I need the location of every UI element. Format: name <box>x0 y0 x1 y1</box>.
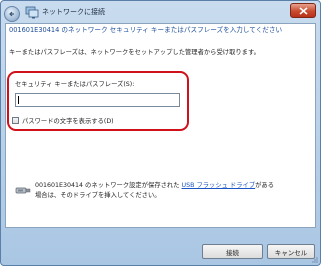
page-heading: 001601E30414 のネットワーク セキュリティ キーまたはパスフレーズを… <box>9 26 283 34</box>
checkbox-box[interactable] <box>12 117 19 124</box>
back-button[interactable] <box>4 6 20 22</box>
description-text: キーまたはパスフレーズは、ネットワークをセットアップした管理者から受け取ります。 <box>9 49 260 56</box>
security-key-label: セキュリティ キーまたはパスフレーズ(S): <box>15 81 135 88</box>
usb-flash-drive-link[interactable]: USB フラッシュ ドライブ <box>182 182 256 189</box>
text-caret <box>18 96 19 104</box>
cancel-button[interactable]: キャンセル <box>267 244 315 259</box>
close-button[interactable] <box>290 3 316 18</box>
close-icon <box>299 7 308 15</box>
connect-to-network-dialog: ネットワークに接続 001601E30414 のネットワーク セキュリティ キー… <box>0 0 321 266</box>
show-characters-label: パスワードの文字を表示する(D) <box>22 118 114 125</box>
usb-note-prefix: 001601E30414 のネットワーク設定が保存された <box>35 182 182 189</box>
security-key-input[interactable] <box>15 93 180 107</box>
usb-note: 001601E30414 のネットワーク設定が保存された USB フラッシュ ド… <box>35 181 275 201</box>
connect-button[interactable]: 接続 <box>202 244 263 259</box>
network-icon <box>25 6 39 19</box>
back-arrow-icon <box>9 11 14 17</box>
usb-drive-icon <box>15 187 31 194</box>
resize-grip-icon[interactable] <box>310 255 318 263</box>
window-title: ネットワークに接続 <box>42 8 105 16</box>
